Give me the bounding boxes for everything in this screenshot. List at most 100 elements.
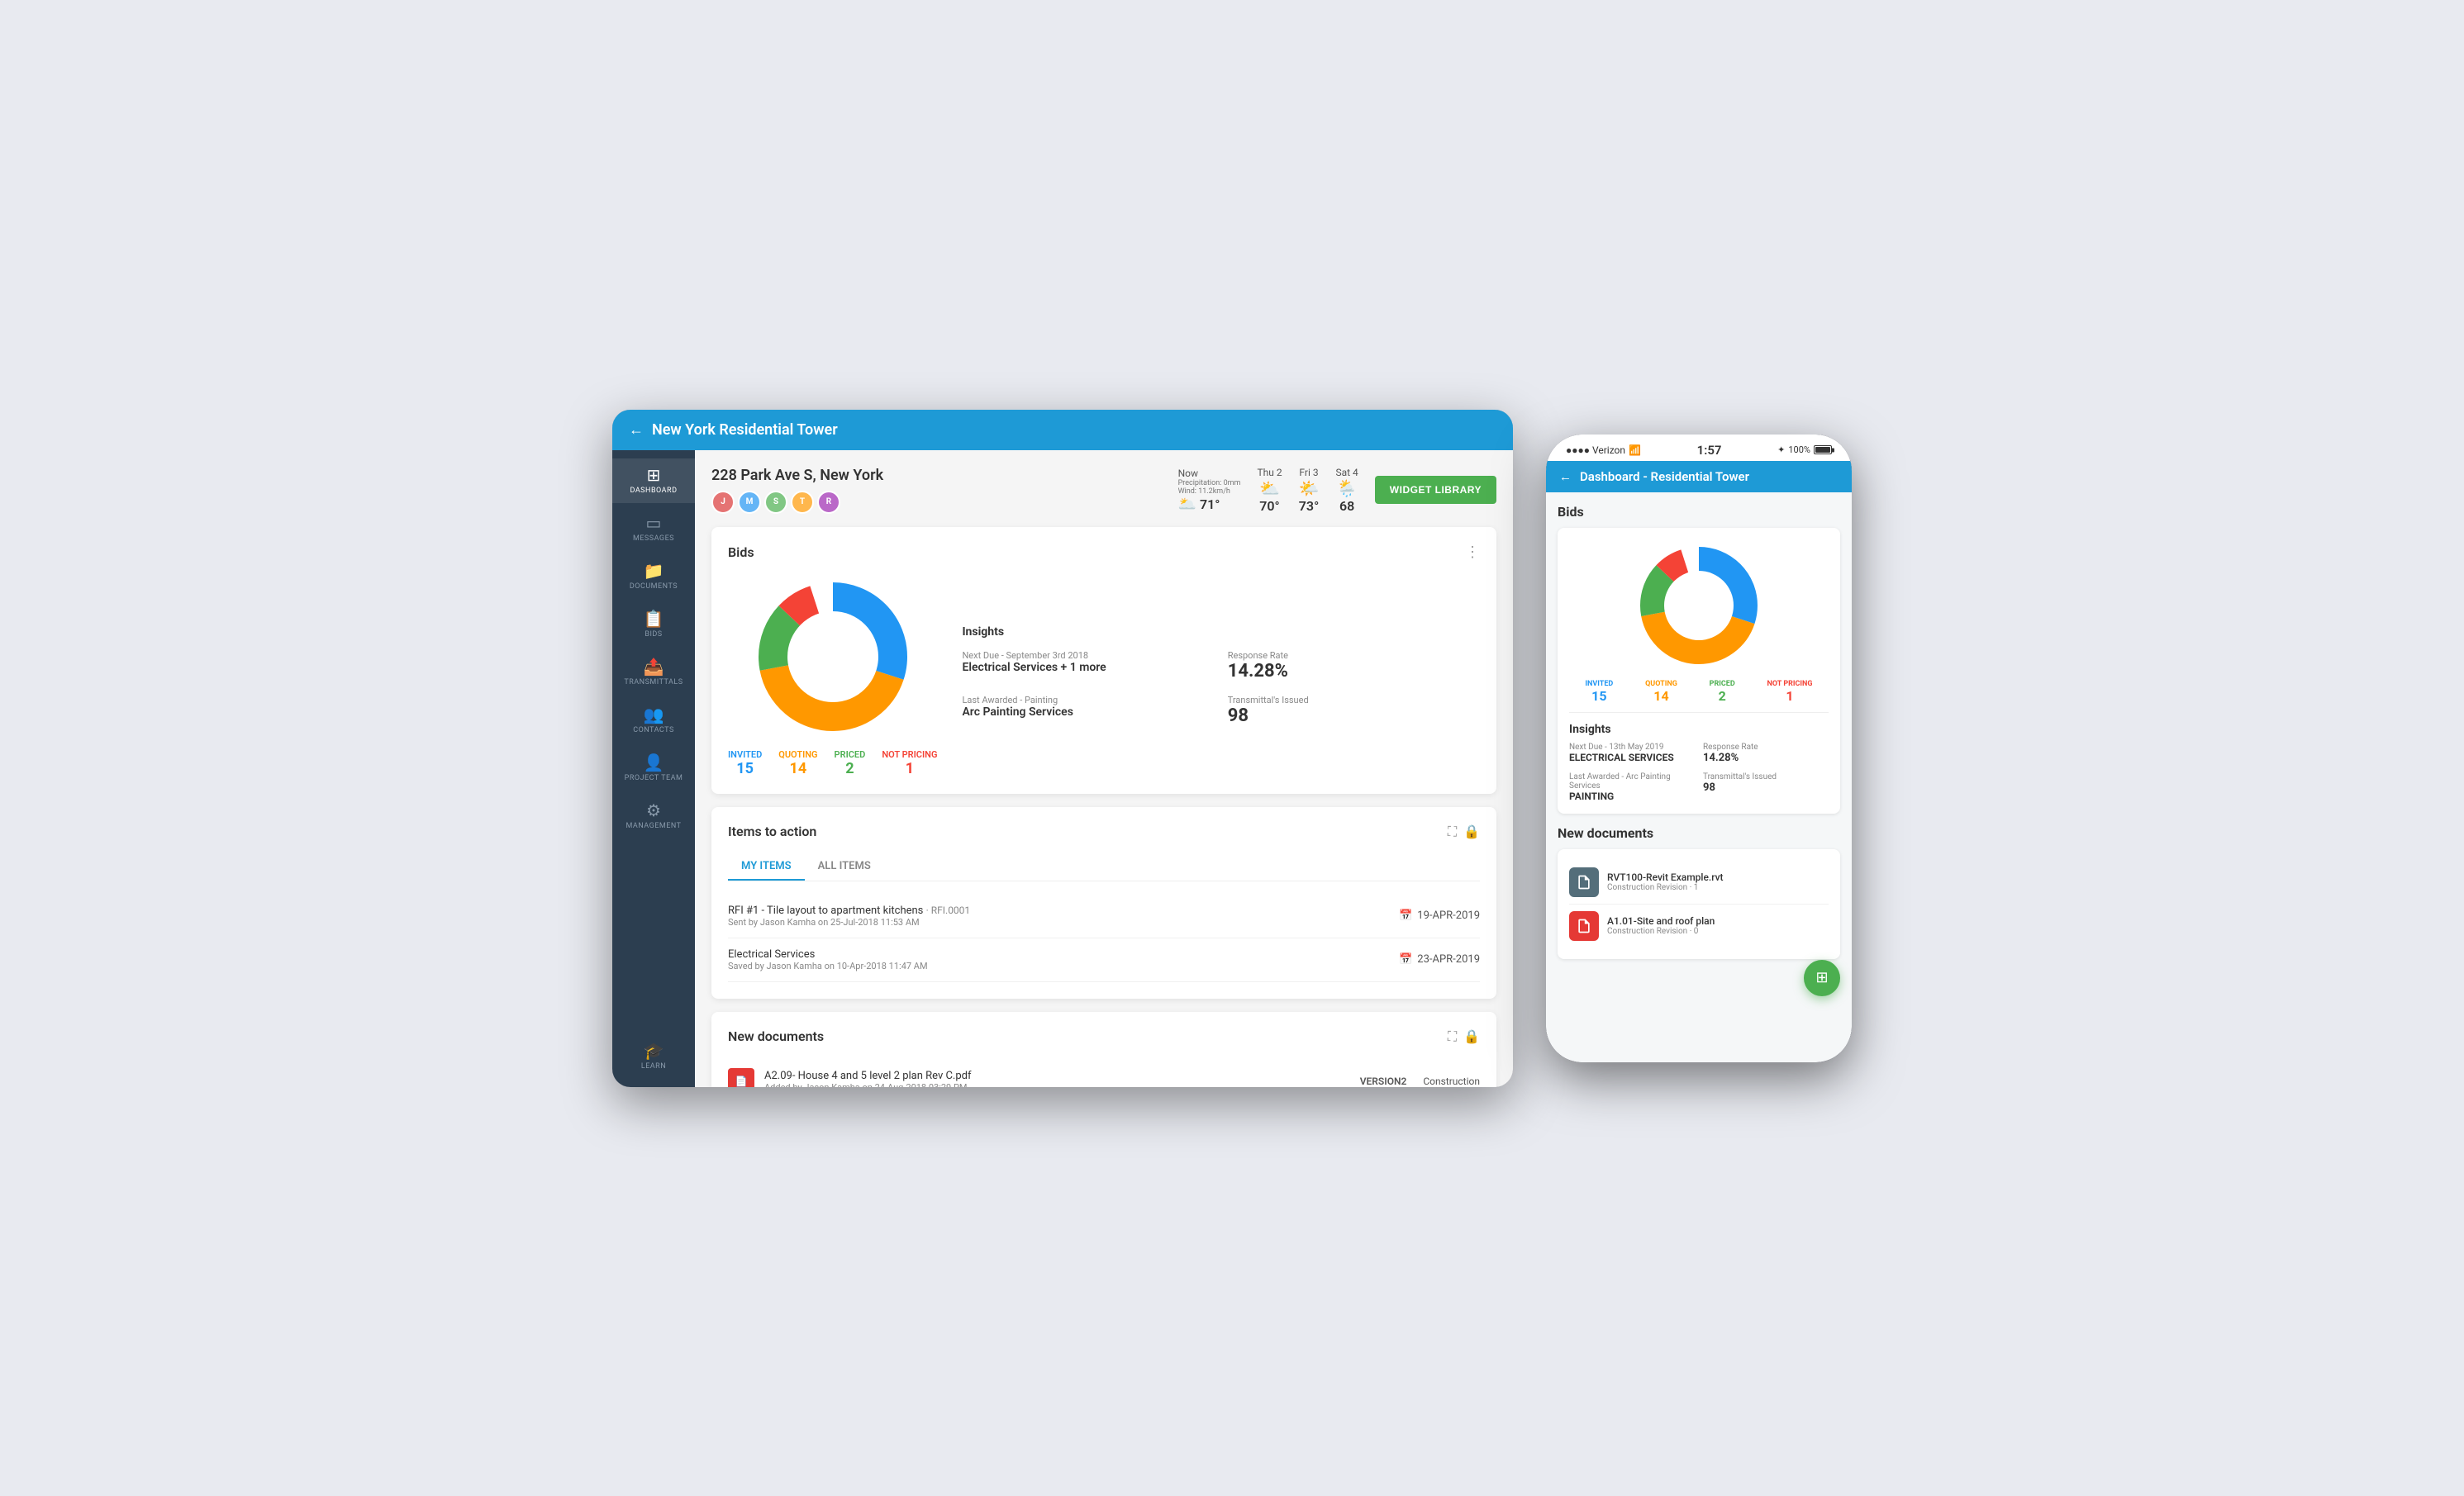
weather-now-label: Now (1178, 468, 1241, 479)
documents-icon: 📁 (644, 563, 664, 579)
phone-legend-quoting-label: QUOTING (1645, 680, 1677, 688)
legend-not-pricing-value: 1 (906, 760, 914, 777)
sidebar-item-transmittals[interactable]: 📤 TRANSMITTALS (612, 650, 695, 695)
bids-card: Bids ⋮ (711, 527, 1496, 794)
sidebar-item-documents[interactable]: 📁 DOCUMENTS (612, 554, 695, 599)
avatar: T (791, 491, 814, 514)
items-to-action-card: Items to action ⛶ 🔒 MY ITEMS ALL ITEMS (711, 807, 1496, 999)
battery-percent: 100% (1788, 444, 1810, 455)
project-left: 228 Park Ave S, New York J M S T R (711, 467, 883, 514)
bluetooth-icon: ✦ (1777, 444, 1785, 455)
action-item-rfi-ref: · RFI.0001 (926, 905, 971, 916)
phone-insight-last-awarded: Last Awarded - Arc Painting Services PAI… (1569, 772, 1695, 802)
insight-transmittals-value: 98 (1228, 705, 1480, 726)
phone-doc-name-0: RVT100-Revit Example.rvt (1607, 871, 1724, 883)
insight-transmittals-label: Transmittal's Issued (1228, 695, 1480, 705)
doc-item-0: 📄 A2.09- House 4 and 5 level 2 plan Rev … (728, 1058, 1480, 1087)
fab-button[interactable]: ⊞ (1804, 960, 1840, 996)
weather-sat-label: Sat 4 (1335, 467, 1358, 478)
weather-now: Now Precipitation: 0mm Wind: 11.2km/h 🌥️… (1178, 468, 1241, 513)
tablet-back-arrow[interactable]: ← (629, 421, 644, 439)
tablet-body: ⊞ DASHBOARD ▭ MESSAGES 📁 DOCUMENTS 📋 BID… (612, 450, 1513, 1087)
sidebar-item-bids[interactable]: 📋 BIDS (612, 602, 695, 647)
phone-bids-title: Bids (1558, 504, 1840, 520)
bids-card-header: Bids ⋮ (728, 544, 1480, 561)
phone-insight-response-rate-value: 14.28% (1703, 752, 1829, 764)
lock-icon[interactable]: 🔒 (1463, 824, 1480, 839)
phone-insight-response-rate-label: Response Rate (1703, 743, 1829, 752)
phone-device: ●●●● Verizon 📶 1:57 ✦ 100% ← Dashboard -… (1546, 435, 1852, 1062)
insight-next-due: Next Due - September 3rd 2018 Electrical… (962, 650, 1214, 682)
battery-icon (1814, 445, 1832, 454)
legend-invited: INVITED 15 (728, 749, 762, 777)
phone-legend-invited-label: INVITED (1585, 680, 1613, 688)
project-avatars: J M S T R (711, 491, 883, 514)
phone-legend-invited-value: 15 (1591, 688, 1606, 704)
phone-legend-priced-value: 2 (1719, 688, 1726, 704)
phone-divider (1569, 712, 1829, 713)
bids-card-title: Bids (728, 544, 754, 560)
phone-legend-invited: INVITED 15 (1585, 680, 1613, 704)
legend-quoting: QUOTING 14 (778, 749, 817, 777)
management-icon: ⚙ (646, 802, 661, 819)
weather-sat-temp: 68 (1339, 498, 1354, 514)
legend-not-pricing-label: NOT PRICING (882, 749, 937, 760)
tablet-header: ← New York Residential Tower (612, 410, 1513, 450)
phone-insight-last-awarded-label: Last Awarded - Arc Painting Services (1569, 772, 1695, 791)
doc-pdf-icon: 📄 (728, 1068, 754, 1087)
action-item-electrical-left: Electrical Services Saved by Jason Kamha… (728, 948, 928, 971)
battery-fill (1815, 447, 1830, 453)
sidebar-item-learn[interactable]: 🎓 LEARN (612, 1034, 695, 1079)
insight-next-due-label: Next Due - September 3rd 2018 (962, 650, 1214, 661)
insight-last-awarded-value: Arc Painting Services (962, 705, 1214, 719)
phone-doc-item-1: A1.01-Site and roof plan Construction Re… (1569, 905, 1829, 947)
sidebar-item-project-team[interactable]: 👤 PROJECT TEAM (612, 746, 695, 791)
card-icons: ⛶ 🔒 (1448, 824, 1480, 840)
weather-thu-label: Thu 2 (1257, 467, 1282, 478)
project-info: 228 Park Ave S, New York J M S T R Now P… (711, 467, 1496, 514)
weather-thu: Thu 2 ⛅ 70° (1257, 467, 1282, 514)
avatar: R (817, 491, 840, 514)
sidebar-label-messages: MESSAGES (633, 534, 674, 543)
doc-type-0: Construction (1423, 1076, 1480, 1087)
phone-legend-quoting-value: 14 (1653, 688, 1668, 704)
sidebar-label-bids: BIDS (645, 630, 662, 639)
doc-expand-icon[interactable]: ⛶ (1448, 1028, 1457, 1045)
sidebar-item-contacts[interactable]: 👥 CONTACTS (612, 698, 695, 743)
sidebar-label-learn: LEARN (641, 1062, 666, 1071)
bids-legend: INVITED 15 QUOTING 14 PRICED 2 (728, 749, 937, 777)
action-item-electrical-date: 📅 23-APR-2019 (1399, 953, 1480, 966)
items-to-action-header: Items to action ⛶ 🔒 (728, 824, 1480, 840)
weather-sat: Sat 4 🌦️ 68 (1335, 467, 1358, 514)
main-content: 228 Park Ave S, New York J M S T R Now P… (695, 450, 1513, 1087)
weather-row: Now Precipitation: 0mm Wind: 11.2km/h 🌥️… (1178, 467, 1496, 514)
new-documents-card: New documents ⛶ 🔒 📄 A2.09- House 4 and 5… (711, 1012, 1496, 1087)
legend-quoting-value: 14 (790, 760, 807, 777)
phone-new-docs-title: New documents (1558, 825, 1840, 841)
phone-screen: ●●●● Verizon 📶 1:57 ✦ 100% ← Dashboard -… (1546, 435, 1852, 1062)
insights-title: Insights (962, 625, 1480, 639)
avatar: S (764, 491, 787, 514)
phone-carrier: ●●●● Verizon 📶 (1566, 444, 1641, 456)
doc-lock-icon[interactable]: 🔒 (1463, 1028, 1480, 1044)
insight-transmittals: Transmittal's Issued 98 (1228, 695, 1480, 726)
phone-bids-card: INVITED 15 QUOTING 14 PRICED 2 NOT PRICI… (1558, 528, 1840, 814)
sidebar-item-dashboard[interactable]: ⊞ DASHBOARD (612, 458, 695, 503)
sidebar-label-management: MANAGEMENT (626, 822, 681, 830)
phone-insights-grid: Next Due - 13th May 2019 ELECTRICAL SERV… (1569, 743, 1829, 802)
sidebar-item-management[interactable]: ⚙ MANAGEMENT (612, 794, 695, 838)
donut-chart (750, 574, 916, 739)
bids-menu-button[interactable]: ⋮ (1465, 544, 1480, 561)
tab-all-items[interactable]: ALL ITEMS (805, 853, 884, 881)
weather-thu-temp: 70° (1259, 498, 1279, 514)
phone-legend-not-pricing-value: 1 (1786, 688, 1793, 704)
phone-back-arrow[interactable]: ← (1559, 469, 1572, 484)
widget-library-button[interactable]: WIDGET LIBRARY (1375, 476, 1496, 504)
carrier-text: ●●●● Verizon (1566, 444, 1625, 456)
weather-now-temp: 71° (1200, 496, 1220, 512)
doc-version-0: VERSION2 (1360, 1076, 1407, 1087)
expand-icon[interactable]: ⛶ (1448, 824, 1457, 840)
tab-my-items[interactable]: MY ITEMS (728, 853, 805, 881)
sidebar-item-messages[interactable]: ▭ MESSAGES (612, 506, 695, 551)
phone-doc-info-0: RVT100-Revit Example.rvt Construction Re… (1607, 871, 1724, 892)
